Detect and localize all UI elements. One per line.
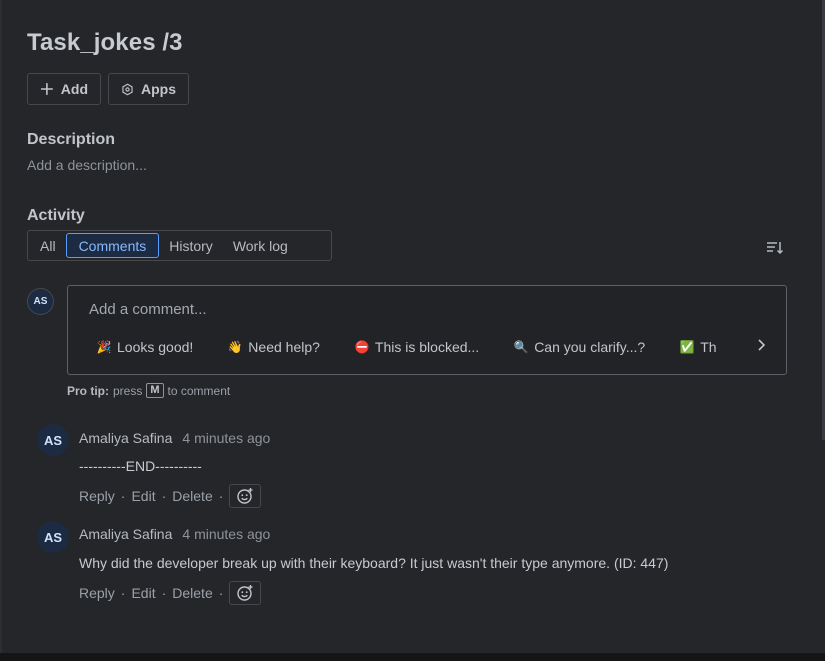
sort-order-icon[interactable] <box>766 240 784 261</box>
separator-dot: · <box>161 488 167 504</box>
apps-button[interactable]: Apps <box>108 73 189 105</box>
tab-all[interactable]: All <box>30 233 66 258</box>
activity-heading: Activity <box>27 207 85 224</box>
apps-hexagon-icon <box>122 83 133 95</box>
separator-dot: · <box>218 585 224 601</box>
add-reaction-button[interactable] <box>229 484 262 508</box>
keyboard-shortcut-key: M <box>146 383 164 398</box>
pro-tip: Pro tip: press M to comment <box>67 383 230 398</box>
comment-timestamp[interactable]: 4 minutes ago <box>182 430 270 446</box>
add-button[interactable]: Add <box>27 73 101 105</box>
reply-button[interactable]: Reply <box>79 585 115 601</box>
comment-actions: Reply · Edit · Delete · <box>79 484 262 508</box>
add-reaction-button[interactable] <box>229 581 262 605</box>
quick-replies: 🎉 Looks good! 👋 Need help? ⛔ This is blo… <box>96 336 746 358</box>
magnifier-icon: 🔍 <box>513 340 529 354</box>
comment-body: ----------END---------- <box>79 458 202 474</box>
quick-reply-label: Th <box>700 339 717 355</box>
add-button-label: Add <box>60 81 88 97</box>
comment-body: Why did the developer break up with thei… <box>79 555 669 571</box>
smiley-add-icon <box>237 585 253 601</box>
separator-dot: · <box>120 488 126 504</box>
quick-reply-need-help[interactable]: 👋 Need help? <box>227 339 320 355</box>
reply-button[interactable]: Reply <box>79 488 115 504</box>
comment-author[interactable]: Amaliya Safina <box>79 526 172 542</box>
waving-hand-icon: 👋 <box>227 340 243 354</box>
check-mark-icon: ✅ <box>679 340 695 354</box>
issue-panel: Task_jokes /3 Add Apps Description Add a… <box>0 0 825 653</box>
comment-composer[interactable]: Add a comment... 🎉 Looks good! 👋 Need he… <box>67 285 787 375</box>
avatar: AS <box>27 288 54 315</box>
comment-author[interactable]: Amaliya Safina <box>79 430 172 446</box>
comment-actions: Reply · Edit · Delete · <box>79 581 262 605</box>
issue-title[interactable]: Task_jokes /3 <box>27 29 183 57</box>
chevron-right-icon[interactable] <box>756 338 766 357</box>
apps-button-label: Apps <box>141 81 176 97</box>
comment-avatar: AS <box>37 424 69 456</box>
tab-work-log[interactable]: Work log <box>223 233 298 258</box>
pro-tip-suffix: to comment <box>167 383 231 398</box>
comment-meta: Amaliya Safina 4 minutes ago <box>79 526 270 542</box>
pro-tip-press: press <box>113 383 143 398</box>
quick-reply-looks-good[interactable]: 🎉 Looks good! <box>96 339 194 355</box>
tab-history[interactable]: History <box>159 233 223 258</box>
comment-meta: Amaliya Safina 4 minutes ago <box>79 430 270 446</box>
delete-button[interactable]: Delete <box>172 585 212 601</box>
separator-dot: · <box>161 585 167 601</box>
quick-reply-blocked[interactable]: ⛔ This is blocked... <box>354 339 479 355</box>
pro-tip-prefix: Pro tip: <box>67 383 109 398</box>
quick-reply-clarify[interactable]: 🔍 Can you clarify...? <box>513 339 646 355</box>
bottom-border <box>0 653 825 661</box>
quick-reply-label: Need help? <box>248 339 320 355</box>
no-entry-icon: ⛔ <box>354 340 370 354</box>
party-popper-icon: 🎉 <box>96 340 112 354</box>
smiley-add-icon <box>237 488 253 504</box>
plus-icon <box>40 83 53 95</box>
comment-avatar: AS <box>37 521 69 553</box>
quick-reply-label: This is blocked... <box>374 339 480 355</box>
quick-reply-label: Looks good! <box>117 339 194 355</box>
edit-button[interactable]: Edit <box>131 585 155 601</box>
delete-button[interactable]: Delete <box>172 488 212 504</box>
quick-reply-label: Can you clarify...? <box>534 339 646 355</box>
comment-timestamp[interactable]: 4 minutes ago <box>182 526 270 542</box>
description-heading: Description <box>27 131 116 148</box>
separator-dot: · <box>120 585 126 601</box>
quick-reply-thanks[interactable]: ✅ Th <box>679 339 717 355</box>
tab-comments[interactable]: Comments <box>65 233 160 258</box>
comment-input[interactable]: Add a comment... <box>89 301 207 318</box>
activity-tabs: All Comments History Work log <box>27 230 332 261</box>
edit-button[interactable]: Edit <box>131 488 155 504</box>
description-field[interactable]: Add a description... <box>27 157 147 173</box>
separator-dot: · <box>218 488 224 504</box>
